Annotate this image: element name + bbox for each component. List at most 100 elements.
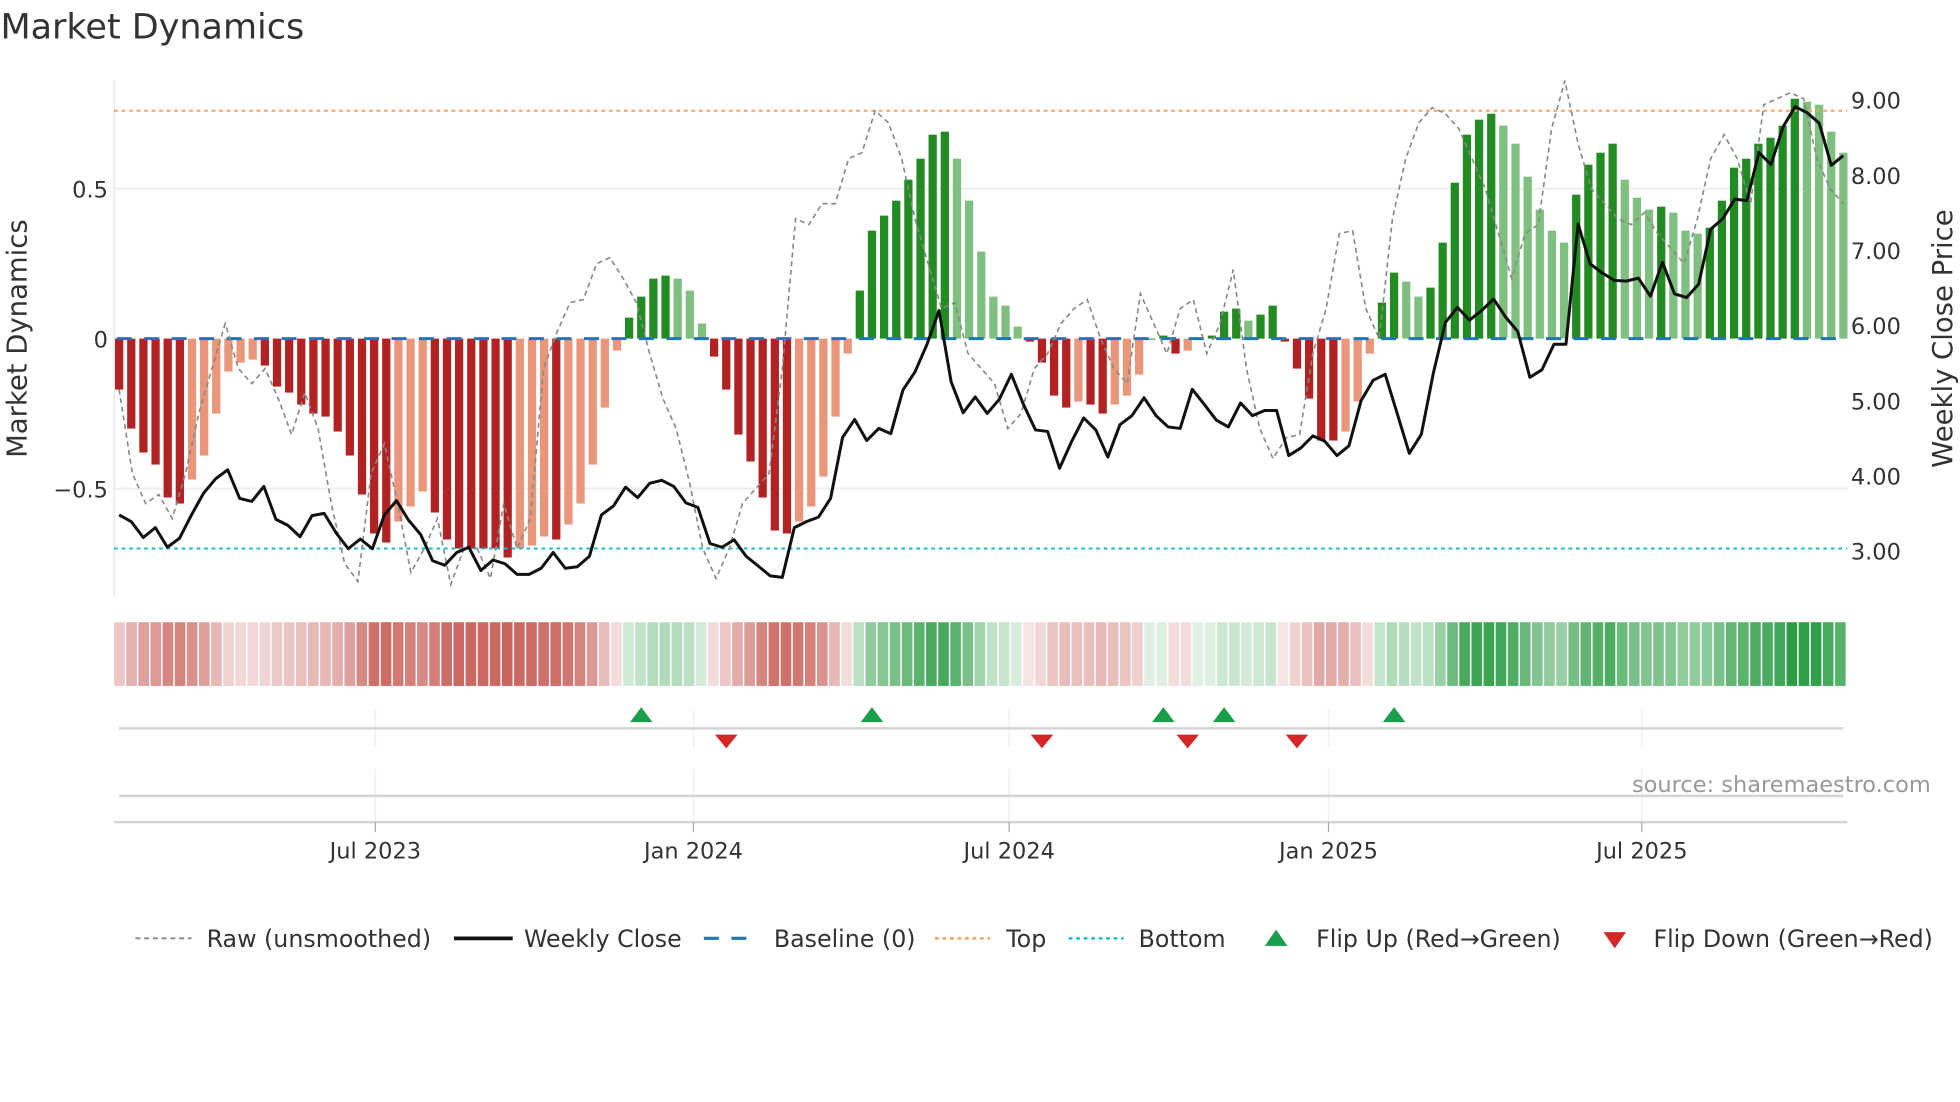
flip-up-icon: [1264, 929, 1288, 946]
heat-cell: [1641, 622, 1652, 686]
heat-cell: [1326, 622, 1337, 686]
momentum-bar: [1620, 179, 1629, 339]
momentum-bar: [1171, 338, 1180, 354]
momentum-bar: [467, 338, 476, 549]
y2-tick-label: 5.00: [1851, 389, 1901, 415]
left-axis-label: Market Dynamics: [2, 219, 34, 458]
momentum-bar: [807, 338, 816, 507]
heat-cell: [623, 622, 634, 686]
momentum-bar: [782, 338, 792, 534]
momentum-bar: [333, 338, 342, 432]
heat-cell: [1532, 622, 1543, 686]
momentum-bar: [794, 338, 804, 522]
heat-cell: [829, 622, 840, 686]
momentum-bar: [1183, 338, 1192, 351]
heat-cell: [114, 622, 125, 686]
momentum-bar: [867, 230, 877, 339]
heat-cell: [308, 622, 319, 686]
legend-top: Top: [1005, 925, 1046, 953]
heat-cell: [1616, 622, 1628, 686]
heat-cell: [1338, 622, 1349, 686]
heat-cell: [283, 622, 295, 686]
heat-cell: [1253, 622, 1264, 686]
momentum-bar: [272, 338, 282, 387]
heat-cell: [1289, 622, 1301, 686]
chart-title: Market Dynamics: [0, 8, 304, 48]
legend-flip-up: Flip Up (Red→Green): [1316, 925, 1561, 953]
heat-cell: [1059, 622, 1071, 686]
heat-cell: [926, 622, 937, 686]
heat-cell: [404, 622, 416, 686]
heat-cell: [1689, 622, 1701, 686]
heat-cell: [332, 622, 343, 686]
heat-cell: [1604, 622, 1616, 686]
heat-cell: [1144, 622, 1155, 686]
heat-cell: [1798, 622, 1810, 686]
heat-cell: [1035, 622, 1046, 686]
heat-cell: [526, 622, 537, 686]
flip-markers: [114, 707, 1848, 824]
heat-cell: [1229, 622, 1240, 686]
heat-cell: [744, 622, 755, 686]
heat-cell: [853, 622, 864, 686]
momentum-bar: [892, 200, 901, 339]
heat-cell: [950, 622, 961, 686]
momentum-bar: [989, 296, 998, 339]
momentum-bar: [127, 338, 136, 429]
momentum-bar: [1426, 287, 1435, 339]
heat-cell: [1822, 622, 1834, 686]
y2-tick-label: 9.00: [1851, 89, 1901, 115]
heat-cell: [586, 622, 598, 686]
y2-tick-label: 8.00: [1851, 164, 1901, 190]
momentum-bar: [1013, 326, 1022, 339]
momentum-bar: [285, 338, 294, 393]
y-tick-label: −0.5: [53, 477, 108, 503]
x-tick-label: Jan 2024: [642, 838, 743, 864]
heat-cell: [392, 622, 404, 686]
momentum-bar: [163, 338, 172, 498]
momentum-bar: [491, 338, 500, 549]
momentum-bar: [1547, 230, 1557, 339]
momentum-bar: [1292, 338, 1302, 369]
heat-cell: [938, 622, 949, 686]
heat-cell: [1119, 622, 1131, 686]
momentum-bar: [115, 338, 124, 390]
momentum-bar: [187, 338, 197, 480]
momentum-bar: [649, 278, 658, 339]
heat-cell: [1083, 622, 1095, 686]
heat-cell: [1677, 622, 1689, 686]
momentum-bar: [1814, 104, 1824, 339]
momentum-bar: [406, 338, 415, 507]
momentum-bar: [1134, 338, 1144, 375]
heat-cell: [477, 622, 489, 686]
heat-cell: [1313, 622, 1325, 686]
heat-cell: [1495, 622, 1507, 686]
heat-cell: [380, 622, 392, 686]
momentum-bar: [722, 338, 731, 390]
heat-cell: [1398, 622, 1410, 686]
heat-cell: [1023, 622, 1034, 686]
heat-cell: [635, 622, 646, 686]
momentum-bar: [1001, 305, 1010, 339]
momentum-bar: [1110, 338, 1119, 405]
heat-cell: [453, 622, 465, 686]
momentum-bar: [1414, 296, 1423, 339]
heat-cell: [562, 622, 574, 686]
heat-cell: [550, 622, 562, 686]
heat-cell: [1180, 622, 1192, 686]
momentum-bar: [734, 338, 743, 435]
heat-cell: [1544, 622, 1555, 686]
legend-raw: Raw (unsmoothed): [207, 925, 431, 953]
heat-cell: [1519, 622, 1531, 686]
momentum-bar: [758, 338, 767, 498]
momentum-bar: [709, 338, 719, 357]
momentum-bar: [564, 338, 573, 525]
momentum-bar: [260, 338, 269, 366]
heat-cell: [1738, 622, 1749, 686]
heat-cell: [538, 622, 549, 686]
momentum-bar: [1754, 143, 1763, 339]
legend: Raw (unsmoothed) Weekly Close Baseline (…: [135, 925, 1933, 953]
momentum-bar: [1389, 272, 1399, 339]
y2-tick-label: 6.00: [1851, 314, 1901, 340]
right-axis-label: Weekly Close Price: [1927, 209, 1959, 467]
